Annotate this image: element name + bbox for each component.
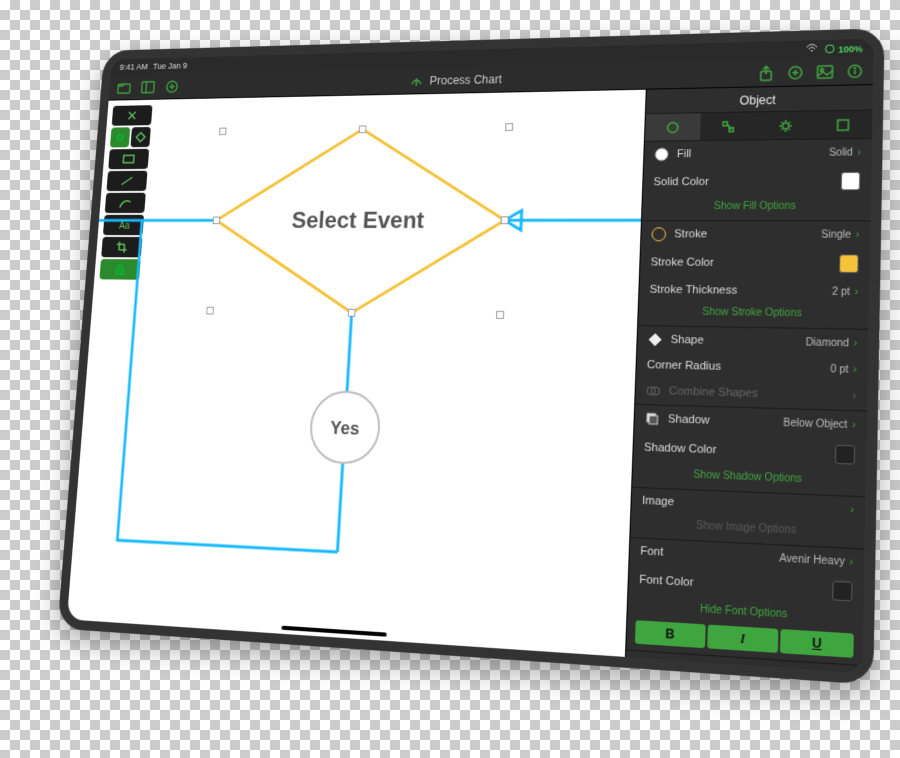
section-shadow: Shadow Below Object› Shadow Color Show S… bbox=[632, 405, 867, 498]
fill-row[interactable]: Fill Solid› bbox=[644, 139, 872, 168]
stroke-row[interactable]: Stroke Single› bbox=[641, 221, 870, 248]
combine-icon bbox=[646, 384, 661, 399]
shadow-color-swatch bbox=[835, 445, 855, 465]
stroke-icon bbox=[651, 227, 666, 241]
documents-icon[interactable] bbox=[116, 79, 133, 96]
sidebar-toggle-icon[interactable] bbox=[140, 78, 157, 95]
share-icon[interactable] bbox=[756, 64, 775, 82]
section-shape: Shape Diamond› Corner Radius 0 pt› Combi… bbox=[635, 326, 868, 411]
diamond-icon bbox=[648, 332, 663, 347]
selection-handle[interactable] bbox=[348, 309, 356, 317]
fill-icon bbox=[654, 147, 669, 161]
section-fill: Fill Solid› Solid Color Show Fill Option… bbox=[642, 139, 872, 221]
inspector-tabs bbox=[645, 110, 873, 141]
add-circle-icon[interactable] bbox=[164, 78, 181, 95]
image-icon[interactable] bbox=[815, 62, 835, 80]
status-date: Tue Jan 9 bbox=[153, 61, 188, 71]
tab-object[interactable] bbox=[645, 113, 701, 141]
content-area: Aa bbox=[67, 85, 873, 673]
inspector-panel: Object Fill Solid› Solid Color bbox=[625, 85, 873, 673]
section-font: Font Avenir Heavy› Font Color Hide Font … bbox=[626, 538, 864, 666]
stroke-thickness-row[interactable]: Stroke Thickness 2 pt› bbox=[639, 277, 869, 304]
selection-handle[interactable] bbox=[359, 125, 367, 133]
tab-properties[interactable] bbox=[756, 111, 814, 139]
section-stroke: Stroke Single› Stroke Color Stroke Thick… bbox=[638, 221, 870, 330]
tab-connections[interactable] bbox=[700, 112, 757, 140]
font-color-swatch bbox=[832, 581, 852, 602]
fill-color-swatch bbox=[841, 172, 861, 191]
underline-button[interactable]: U bbox=[780, 629, 853, 658]
status-time: 9:41 AM bbox=[119, 62, 148, 72]
fill-color-row[interactable]: Solid Color bbox=[643, 166, 872, 198]
inspector-title: Object bbox=[646, 85, 873, 114]
canvas-svg: Select Event Yes bbox=[67, 90, 646, 657]
stroke-color-row[interactable]: Stroke Color bbox=[640, 247, 870, 279]
tablet-frame: 9:41 AM Tue Jan 9 100% bbox=[57, 28, 884, 685]
canvas[interactable]: Aa bbox=[67, 90, 646, 657]
wifi-icon bbox=[806, 43, 819, 55]
selection-handle[interactable] bbox=[206, 307, 214, 315]
battery-indicator: 100% bbox=[825, 42, 863, 54]
document-title[interactable]: Process Chart bbox=[409, 72, 503, 87]
selection-handle[interactable] bbox=[219, 128, 227, 135]
info-icon[interactable] bbox=[845, 62, 865, 81]
italic-button[interactable]: I bbox=[707, 625, 779, 653]
screen: 9:41 AM Tue Jan 9 100% bbox=[67, 39, 874, 673]
fill-options-link[interactable]: Show Fill Options bbox=[642, 196, 871, 220]
shadow-icon bbox=[645, 411, 660, 426]
connector-down-2[interactable] bbox=[337, 462, 342, 552]
connector-down-1[interactable] bbox=[347, 313, 352, 393]
terminal-label: Yes bbox=[330, 418, 360, 439]
selection-handle[interactable] bbox=[501, 216, 509, 224]
stroke-color-swatch bbox=[839, 254, 859, 273]
selection-handle[interactable] bbox=[505, 123, 513, 131]
decision-label: Select Event bbox=[291, 207, 426, 233]
stroke-options-link[interactable]: Show Stroke Options bbox=[638, 302, 869, 329]
add-icon[interactable] bbox=[786, 63, 805, 81]
bold-button[interactable]: B bbox=[635, 620, 706, 648]
tab-canvas[interactable] bbox=[814, 110, 873, 138]
selection-handle[interactable] bbox=[496, 311, 504, 319]
selection-handle[interactable] bbox=[213, 217, 221, 224]
